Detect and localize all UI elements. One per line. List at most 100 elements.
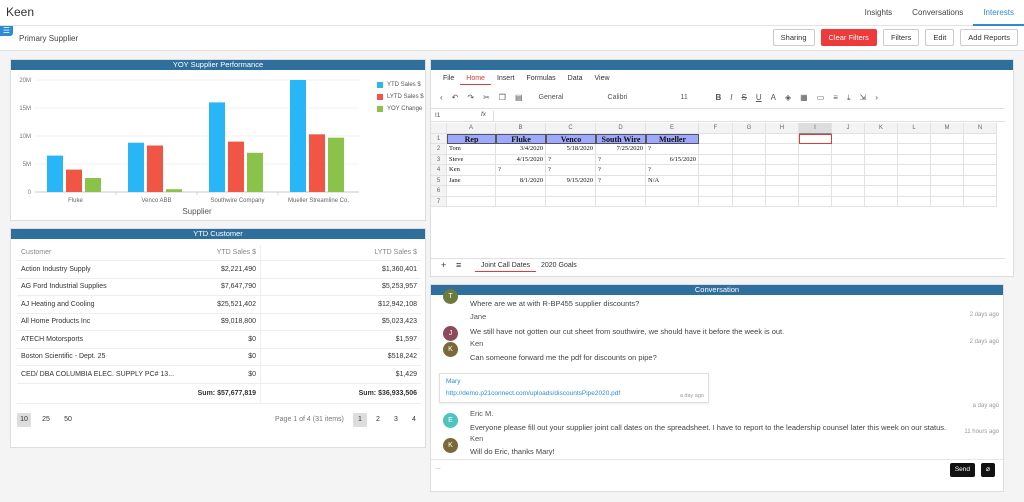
borders-icon[interactable]: ▦ bbox=[800, 93, 808, 102]
grid-cell[interactable]: ? bbox=[496, 165, 546, 176]
grid-cell[interactable] bbox=[766, 144, 799, 155]
grid-cell[interactable] bbox=[766, 196, 799, 207]
sheet-list-icon[interactable]: ≡ bbox=[456, 260, 461, 270]
grid-cell[interactable] bbox=[898, 133, 931, 144]
grid-cell[interactable] bbox=[733, 165, 766, 176]
grid-cell[interactable] bbox=[799, 133, 832, 144]
cell-reference[interactable]: I1 bbox=[435, 112, 440, 119]
page-size-10[interactable]: 10 bbox=[17, 413, 31, 427]
grid-cell[interactable]: Steve bbox=[447, 154, 496, 165]
page-4[interactable]: 4 bbox=[407, 413, 421, 427]
grid-cell[interactable] bbox=[733, 175, 766, 186]
grid-cell[interactable] bbox=[699, 196, 733, 207]
grid-cell[interactable] bbox=[799, 154, 832, 165]
underline-icon[interactable]: U bbox=[756, 93, 762, 102]
font-size-select[interactable]: 11 bbox=[681, 94, 707, 101]
grid-cell[interactable] bbox=[596, 196, 646, 207]
grid-cell[interactable]: 7/25/2020 bbox=[596, 144, 646, 155]
grid-cell[interactable] bbox=[496, 196, 546, 207]
grid-cell[interactable] bbox=[799, 196, 832, 207]
grid-cell[interactable] bbox=[447, 196, 496, 207]
grid-cell[interactable] bbox=[766, 186, 799, 197]
menu-formulas[interactable]: Formulas bbox=[520, 72, 561, 85]
header-cell[interactable]: Fluke bbox=[496, 133, 546, 144]
font-family-select[interactable]: Calibri bbox=[608, 94, 672, 101]
grid-cell[interactable] bbox=[931, 144, 964, 155]
number-format-select[interactable]: General bbox=[539, 94, 599, 101]
clear-filters-button[interactable]: Clear Filters bbox=[820, 29, 877, 46]
grid-cell[interactable] bbox=[799, 186, 832, 197]
grid-cell[interactable]: Ken bbox=[447, 165, 496, 176]
grid-cell[interactable] bbox=[832, 165, 865, 176]
grid-cell[interactable] bbox=[832, 186, 865, 197]
attach-icon[interactable]: ⌀ bbox=[981, 463, 995, 477]
legend-item[interactable]: YTD Sales $ bbox=[377, 79, 424, 91]
grid-cell[interactable] bbox=[832, 154, 865, 165]
grid-cell[interactable] bbox=[865, 165, 898, 176]
grid-cell[interactable] bbox=[733, 133, 766, 144]
grid-cell[interactable] bbox=[799, 175, 832, 186]
filters-button[interactable]: Filters bbox=[882, 29, 920, 46]
redo-icon[interactable]: ↷ bbox=[467, 93, 474, 102]
grid-cell[interactable]: ? bbox=[546, 165, 596, 176]
sheet-tab-joint-call-dates[interactable]: Joint Call Dates bbox=[475, 259, 537, 272]
vertical-align-icon[interactable]: ⤓ bbox=[847, 93, 851, 103]
wrap-icon[interactable]: ⇲ bbox=[860, 93, 867, 102]
grid-cell[interactable] bbox=[964, 165, 997, 176]
undo-icon[interactable]: ↶ bbox=[452, 93, 459, 102]
grid-cell[interactable]: 5/18/2020 bbox=[546, 144, 596, 155]
paste-icon[interactable]: ▤ bbox=[515, 93, 523, 102]
grid-cell[interactable] bbox=[832, 133, 865, 144]
grid-cell[interactable] bbox=[832, 144, 865, 155]
grid-cell[interactable] bbox=[931, 186, 964, 197]
grid-cell[interactable] bbox=[496, 186, 546, 197]
col-customer[interactable]: Customer bbox=[17, 249, 177, 256]
grid-cell[interactable] bbox=[865, 154, 898, 165]
grid-cell[interactable] bbox=[898, 196, 931, 207]
header-cell[interactable]: Mueller bbox=[646, 133, 699, 144]
align-icon[interactable]: ≡ bbox=[833, 93, 838, 102]
grid-cell[interactable]: ? bbox=[646, 165, 699, 176]
col-ytd[interactable]: YTD Sales $ bbox=[177, 245, 261, 260]
grid-cell[interactable] bbox=[733, 186, 766, 197]
grid-cell[interactable] bbox=[898, 186, 931, 197]
strikethrough-icon[interactable]: S bbox=[742, 93, 747, 102]
send-button[interactable]: Send bbox=[949, 463, 975, 477]
page-size-50[interactable]: 50 bbox=[61, 413, 75, 427]
grid-cell[interactable] bbox=[699, 144, 733, 155]
grid-cell[interactable] bbox=[832, 175, 865, 186]
grid-cell[interactable]: Jane bbox=[447, 175, 496, 186]
bold-icon[interactable]: B bbox=[716, 93, 722, 102]
chevron-right-icon[interactable]: › bbox=[875, 93, 878, 102]
grid-cell[interactable] bbox=[766, 133, 799, 144]
grid-cell[interactable] bbox=[699, 133, 733, 144]
menu-icon[interactable]: ☰ bbox=[0, 26, 13, 36]
grid-cell[interactable] bbox=[931, 133, 964, 144]
grid-cell[interactable]: 4/15/2020 bbox=[496, 154, 546, 165]
header-cell[interactable]: Venco bbox=[546, 133, 596, 144]
header-cell[interactable]: Rep bbox=[447, 133, 496, 144]
grid-cell[interactable]: 6/15/2020 bbox=[646, 154, 699, 165]
nav-conversations[interactable]: Conversations bbox=[902, 0, 973, 26]
edit-button[interactable]: Edit bbox=[925, 29, 955, 46]
page-1[interactable]: 1 bbox=[353, 413, 367, 427]
table-row[interactable]: AJ Heating and Cooling $25,521,402 $12,942… bbox=[17, 296, 421, 314]
grid-cell[interactable] bbox=[646, 186, 699, 197]
table-row[interactable]: Action Industry Supply $2,221,490 $1,360,4… bbox=[17, 261, 421, 279]
grid-cell[interactable] bbox=[964, 175, 997, 186]
legend-item[interactable]: LYTD Sales $ bbox=[377, 91, 424, 103]
grid-cell[interactable] bbox=[699, 186, 733, 197]
page-3[interactable]: 3 bbox=[389, 413, 403, 427]
grid-cell[interactable]: ? bbox=[596, 165, 646, 176]
legend-item[interactable]: YOY Change bbox=[377, 103, 424, 115]
sharing-button[interactable]: Sharing bbox=[772, 29, 815, 46]
grid-cell[interactable] bbox=[865, 196, 898, 207]
add-sheet-icon[interactable]: + bbox=[441, 260, 446, 270]
add-reports-button[interactable]: Add Reports bbox=[960, 29, 1018, 46]
nav-interests[interactable]: Interests bbox=[973, 0, 1024, 26]
message-input[interactable]: ... bbox=[435, 464, 441, 471]
menu-view[interactable]: View bbox=[588, 72, 615, 85]
grid-cell[interactable] bbox=[964, 154, 997, 165]
grid-cell[interactable]: Tom bbox=[447, 144, 496, 155]
grid-cell[interactable] bbox=[931, 165, 964, 176]
